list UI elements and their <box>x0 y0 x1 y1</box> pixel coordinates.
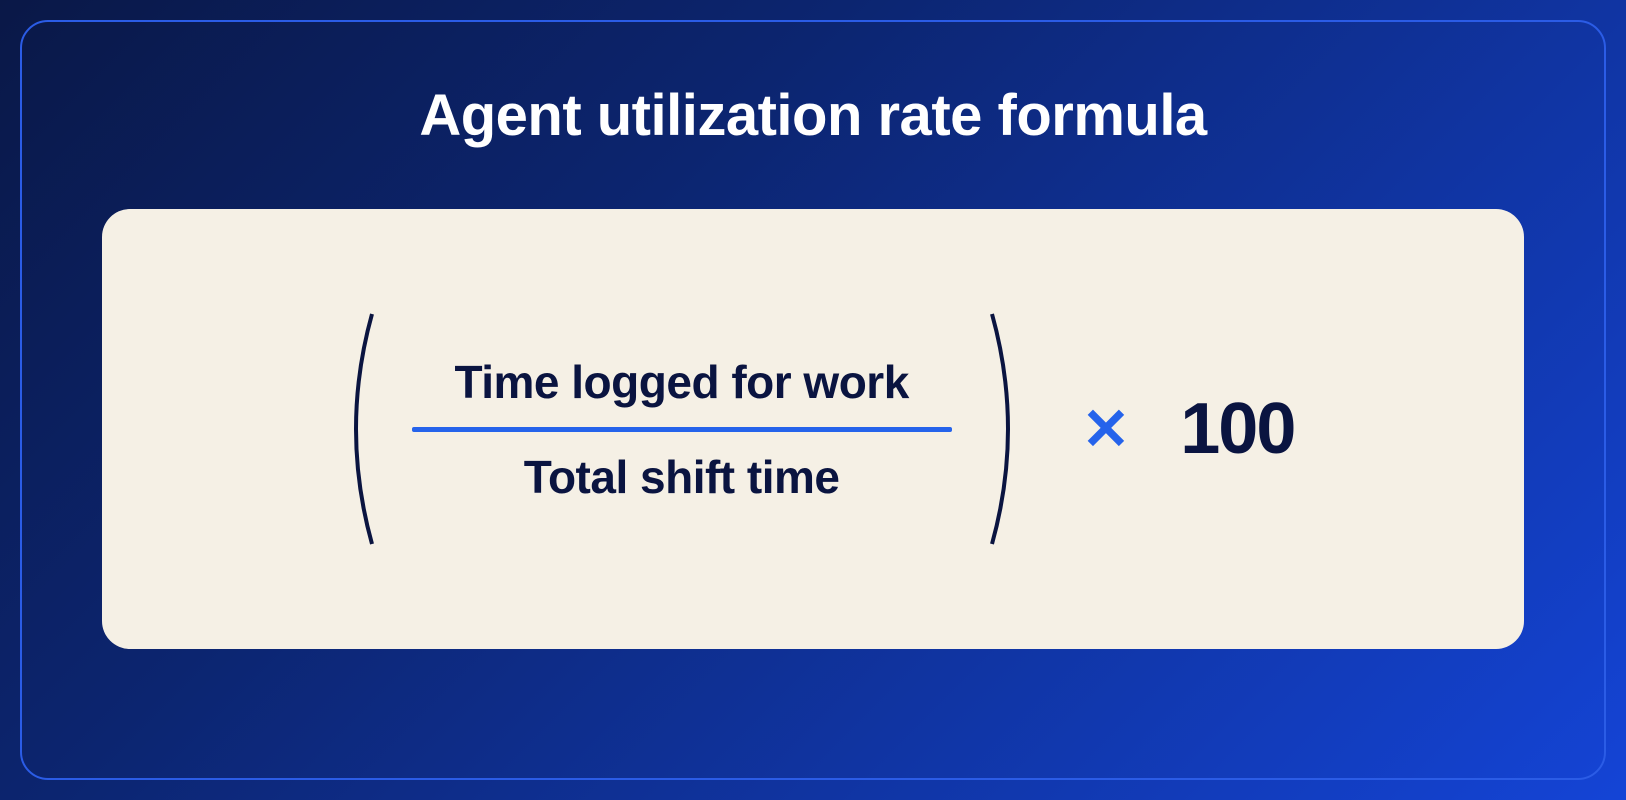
page-title: Agent utilization rate formula <box>419 82 1206 149</box>
right-paren-icon <box>982 304 1032 554</box>
multiply-icon: ✕ <box>1082 395 1131 463</box>
fraction-group: Time logged for work Total shift time <box>332 304 1032 554</box>
denominator: Total shift time <box>524 432 840 504</box>
numerator: Time logged for work <box>454 355 908 427</box>
formula-card: Time logged for work Total shift time ✕ … <box>102 209 1524 649</box>
fraction: Time logged for work Total shift time <box>382 355 982 504</box>
formula-container: Agent utilization rate formula Time logg… <box>20 20 1606 780</box>
left-paren-icon <box>332 304 382 554</box>
multiplier-value: 100 <box>1180 388 1294 470</box>
